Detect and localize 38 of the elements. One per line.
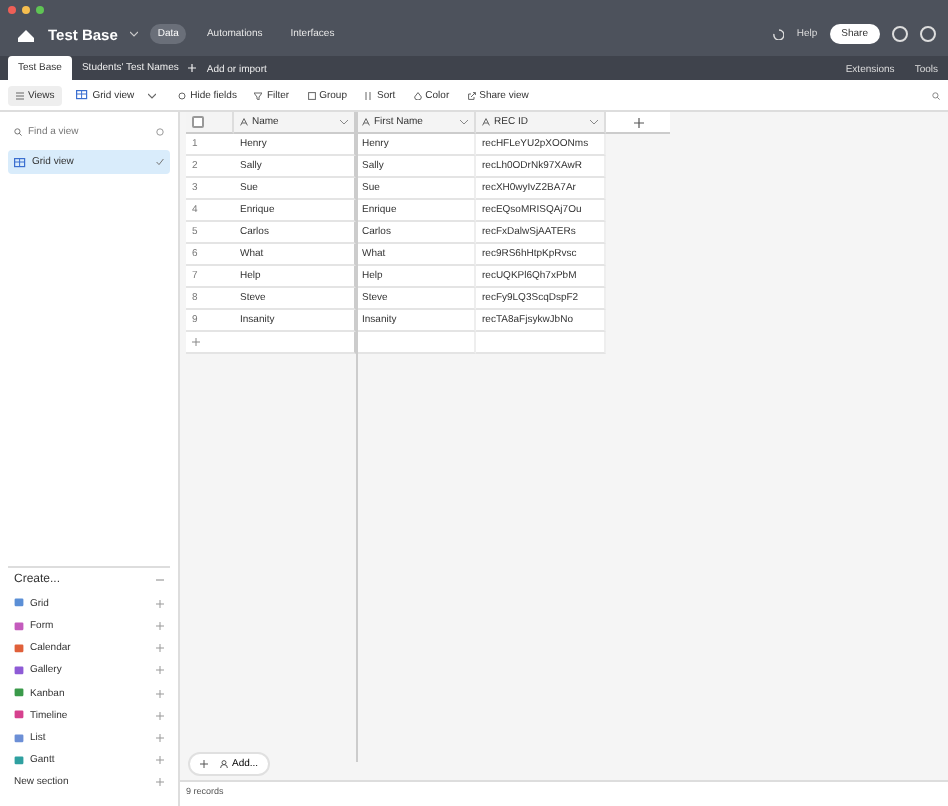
select-all-checkbox[interactable] [192, 116, 204, 128]
minimize-button[interactable] [22, 6, 30, 14]
view-type-icon [14, 598, 24, 609]
search-icon [932, 91, 940, 99]
grid-icon [14, 157, 26, 167]
search-icon [14, 128, 22, 136]
plus-icon [156, 756, 164, 765]
empty-cell [356, 332, 476, 354]
plus-icon [156, 644, 164, 653]
caret-icon [129, 30, 138, 38]
empty-cell [476, 332, 606, 354]
group-icon [307, 91, 316, 99]
check-icon [156, 158, 164, 166]
people-icon [220, 760, 228, 768]
plus-icon [188, 64, 197, 72]
plus-icon [200, 760, 208, 768]
caret-icon [460, 118, 468, 126]
grid-icon [76, 90, 89, 100]
add-field-button[interactable] [606, 112, 670, 134]
plus-icon [156, 599, 164, 608]
plus-icon [633, 117, 643, 127]
plus-icon [156, 778, 164, 787]
caret-icon [590, 118, 598, 126]
maximize-button[interactable] [36, 6, 44, 14]
menu-icon [16, 91, 24, 99]
caret-icon [148, 91, 157, 99]
plus-icon [156, 734, 164, 743]
share-icon [467, 91, 476, 99]
plus-icon [156, 622, 164, 631]
plus-icon [192, 338, 200, 346]
filter-icon [254, 91, 263, 99]
add-record-button[interactable] [200, 760, 208, 768]
history-icon [772, 28, 785, 40]
close-button[interactable] [8, 6, 16, 14]
plus-icon [156, 689, 164, 698]
caret-icon [340, 118, 348, 126]
plus-icon [156, 711, 164, 720]
plus-icon [156, 666, 164, 675]
